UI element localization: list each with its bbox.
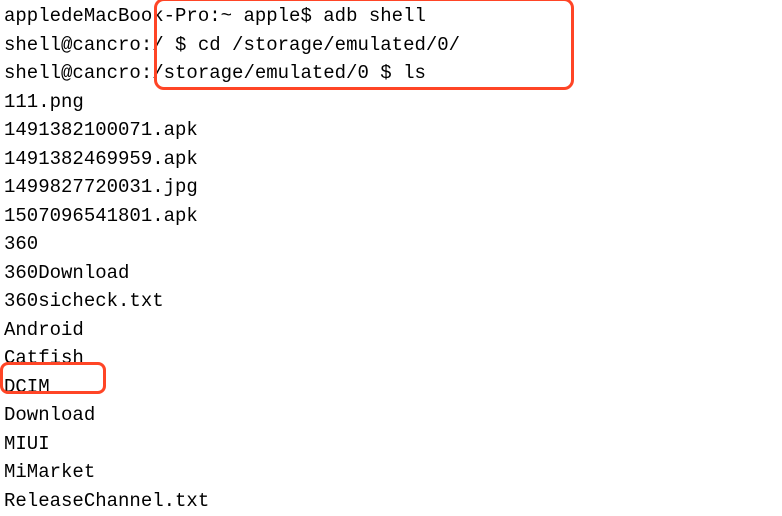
- shell-prompt-3: shell@cancro:/storage/emulated/0 $: [4, 62, 403, 84]
- ls-item: 1499827720031.jpg: [4, 173, 778, 202]
- ls-item: Catfish: [4, 344, 778, 373]
- ls-item: 360sicheck.txt: [4, 287, 778, 316]
- ls-item: 360Download: [4, 259, 778, 288]
- ls-item: DCIM: [4, 373, 778, 402]
- ls-item: MiMarket: [4, 458, 778, 487]
- ls-item: MIUI: [4, 430, 778, 459]
- terminal-line-3: shell@cancro:/storage/emulated/0 $ ls: [4, 59, 778, 88]
- ls-item: Android: [4, 316, 778, 345]
- ls-item: 360: [4, 230, 778, 259]
- ls-item: ReleaseChannel.txt: [4, 487, 778, 516]
- ls-item: 1491382100071.apk: [4, 116, 778, 145]
- ls-item: 111.png: [4, 88, 778, 117]
- ls-item: Download: [4, 401, 778, 430]
- terminal-line-2: shell@cancro:/ $ cd /storage/emulated/0/: [4, 31, 778, 60]
- shell-prompt-1: appledeMacBook-Pro:~ apple$: [4, 5, 323, 27]
- ls-item: 1507096541801.apk: [4, 202, 778, 231]
- shell-prompt-2: shell@cancro:/ $: [4, 34, 198, 56]
- shell-command-3: ls: [403, 62, 426, 84]
- shell-command-2: cd /storage/emulated/0/: [198, 34, 460, 56]
- shell-command-1: adb shell: [323, 5, 426, 27]
- terminal-line-1: appledeMacBook-Pro:~ apple$ adb shell: [4, 2, 778, 31]
- ls-item: 1491382469959.apk: [4, 145, 778, 174]
